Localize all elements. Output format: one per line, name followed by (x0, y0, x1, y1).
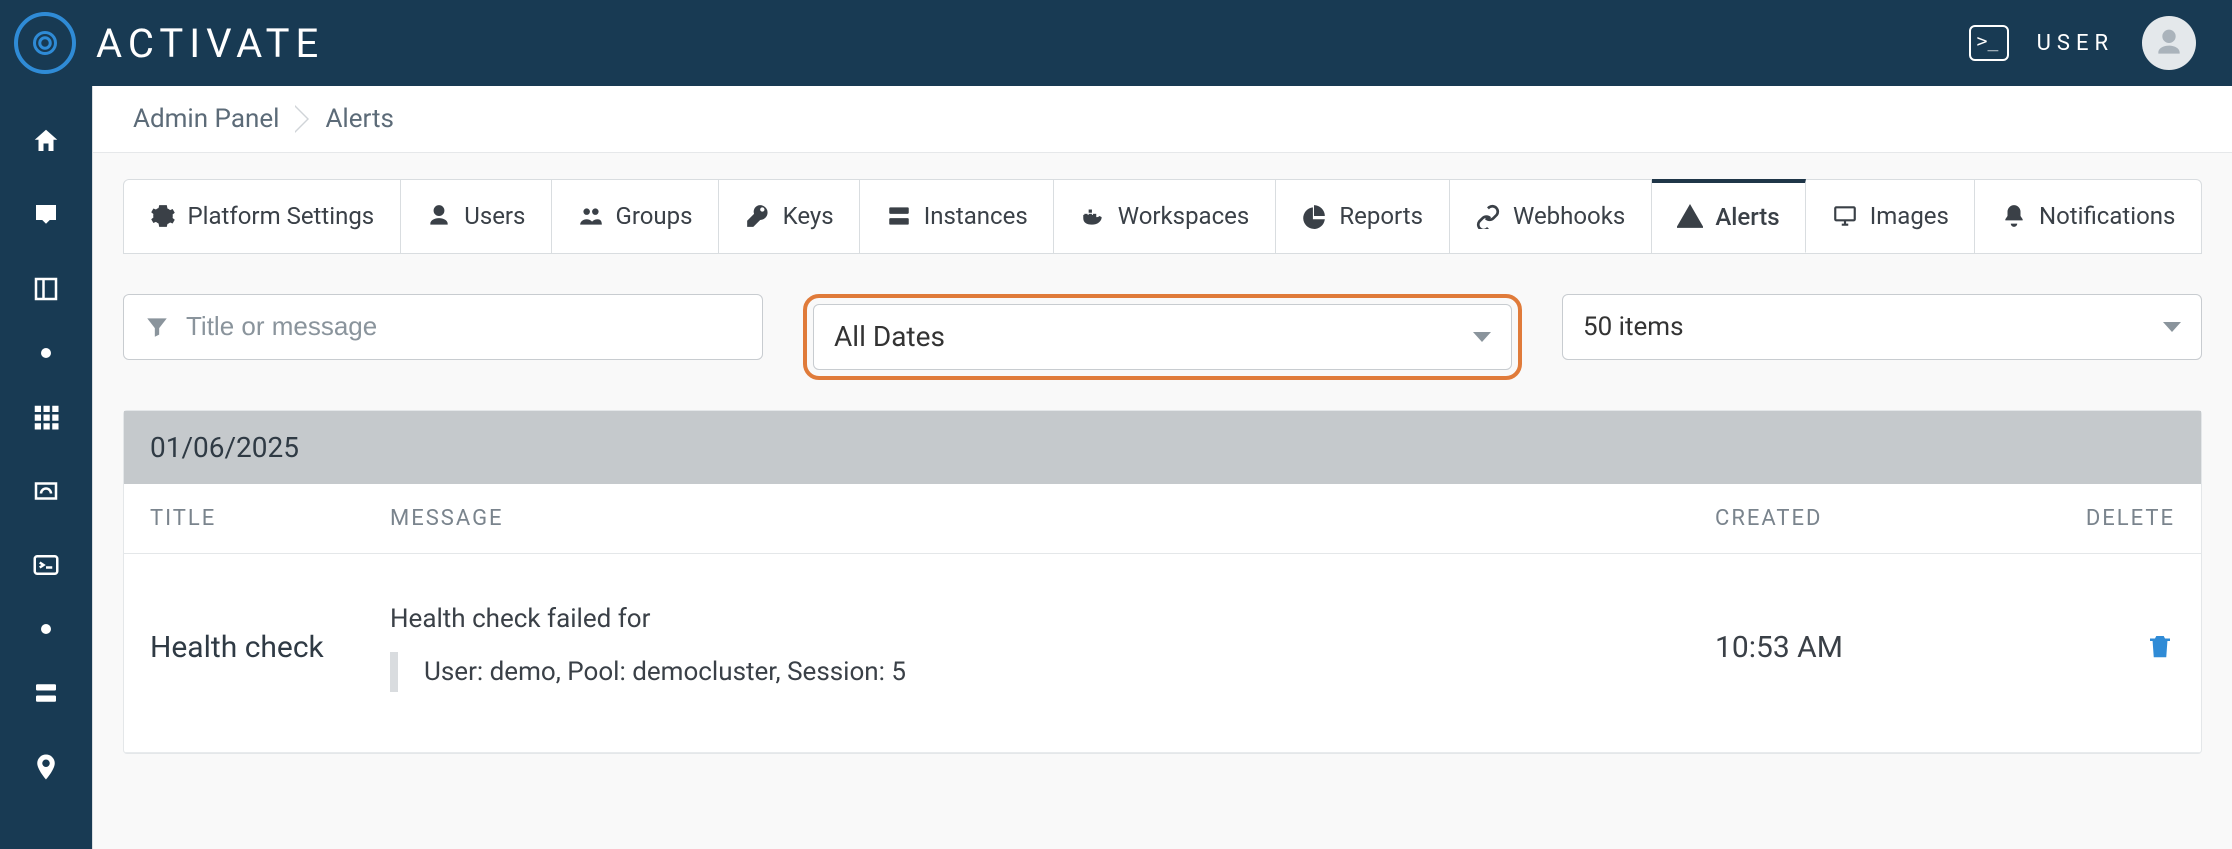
tab-reports[interactable]: Reports (1276, 180, 1450, 253)
breadcrumb-item[interactable]: Alerts (315, 104, 403, 134)
monitor-icon (1832, 203, 1858, 229)
tab-label: Workspaces (1118, 202, 1250, 231)
tab-label: Platform Settings (188, 202, 375, 231)
brand-text: ACTIVATE (96, 20, 324, 67)
main-panel: Admin Panel Alerts Platform Settings Use… (92, 86, 2232, 849)
topbar: ACTIVATE USER (0, 0, 2232, 86)
link-icon (1475, 203, 1501, 229)
grid-icon[interactable] (31, 402, 61, 432)
avatar[interactable] (2142, 16, 2196, 70)
tab-label: Webhooks (1513, 202, 1625, 231)
server-icon (886, 203, 912, 229)
user-label[interactable]: USER (2037, 31, 2114, 56)
console-icon[interactable] (31, 550, 61, 580)
tab-label: Reports (1339, 202, 1423, 231)
alert-icon (1677, 204, 1703, 230)
chevron-right-icon (295, 105, 309, 133)
filters-row: All Dates 50 items (123, 294, 2202, 380)
chevron-down-icon (1473, 332, 1491, 342)
sidebar-separator-dot (41, 348, 51, 358)
tab-label: Images (1870, 202, 1949, 231)
delete-button[interactable] (2145, 629, 2175, 667)
panel-icon[interactable] (31, 274, 61, 304)
tab-keys[interactable]: Keys (719, 180, 860, 253)
date-filter-select[interactable]: All Dates (813, 304, 1512, 370)
inbox-icon[interactable] (31, 200, 61, 230)
date-group-header: 01/06/2025 (124, 411, 2201, 484)
search-input[interactable] (186, 311, 742, 342)
col-header-created: CREATED (1715, 506, 2015, 531)
tab-notifications[interactable]: Notifications (1975, 180, 2200, 253)
trash-icon (2145, 629, 2175, 663)
gauge-icon[interactable] (31, 476, 61, 506)
tab-workspaces[interactable]: Workspaces (1054, 180, 1276, 253)
tab-instances[interactable]: Instances (860, 180, 1054, 253)
tab-alerts[interactable]: Alerts (1652, 179, 1806, 253)
col-header-message: MESSAGE (390, 506, 1715, 531)
logo[interactable]: ACTIVATE (0, 12, 324, 74)
tab-label: Keys (783, 202, 834, 231)
terminal-icon[interactable] (1969, 25, 2009, 61)
table-row: Health check Health check failed for Use… (124, 554, 2201, 753)
tab-platform-settings[interactable]: Platform Settings (124, 180, 401, 253)
location-icon[interactable] (31, 752, 61, 782)
storage-icon[interactable] (31, 678, 61, 708)
breadcrumb: Admin Panel Alerts (93, 86, 2232, 153)
breadcrumb-item[interactable]: Admin Panel (123, 104, 289, 134)
tab-label: Alerts (1715, 203, 1779, 232)
row-message-line2: User: demo, Pool: democluster, Session: … (424, 657, 906, 687)
row-message: Health check failed for User: demo, Pool… (390, 604, 1715, 692)
docker-icon (1080, 203, 1106, 229)
col-header-delete: DELETE (2015, 506, 2175, 531)
col-header-title: TITLE (150, 506, 390, 531)
page-size-select[interactable]: 50 items (1562, 294, 2202, 360)
table-header: TITLE MESSAGE CREATED DELETE (124, 484, 2201, 554)
group-icon (578, 203, 604, 229)
chevron-down-icon (2163, 322, 2181, 332)
page-size-value: 50 items (1583, 312, 1684, 342)
tab-label: Users (464, 202, 525, 231)
row-created: 10:53 AM (1715, 630, 2015, 665)
logo-mark-icon (14, 12, 76, 74)
alerts-table: 01/06/2025 TITLE MESSAGE CREATED DELETE … (123, 410, 2202, 754)
bell-icon (2001, 203, 2027, 229)
sidebar-separator-dot (41, 624, 51, 634)
left-sidebar (0, 86, 92, 849)
tab-groups[interactable]: Groups (552, 180, 719, 253)
admin-tabs: Platform Settings Users Groups Keys Inst… (123, 179, 2202, 254)
date-filter-highlight: All Dates (803, 294, 1522, 380)
row-title: Health check (150, 630, 390, 665)
tab-webhooks[interactable]: Webhooks (1450, 180, 1652, 253)
tab-label: Groups (616, 202, 693, 231)
search-field[interactable] (123, 294, 763, 360)
date-filter-value: All Dates (834, 320, 945, 353)
filter-icon (144, 314, 170, 340)
key-icon (745, 203, 771, 229)
user-icon (426, 203, 452, 229)
tab-label: Notifications (2039, 202, 2175, 231)
topbar-right: USER (1969, 16, 2196, 70)
settings-icon (150, 203, 176, 229)
row-delete (2015, 629, 2175, 667)
quote-bar-icon (390, 652, 398, 692)
tab-users[interactable]: Users (401, 180, 552, 253)
home-icon[interactable] (31, 126, 61, 156)
tab-images[interactable]: Images (1806, 180, 1975, 253)
tab-label: Instances (924, 202, 1028, 231)
pie-icon (1301, 203, 1327, 229)
row-message-line1: Health check failed for (390, 604, 1715, 634)
